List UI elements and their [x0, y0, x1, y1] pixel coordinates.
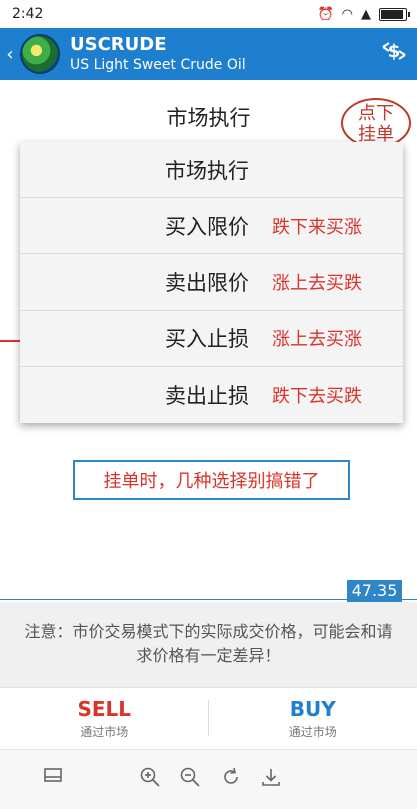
app-header: ‹ USCRUDE US Light Sweet Crude Oil $: [0, 28, 417, 80]
layout-icon[interactable]: [40, 766, 66, 792]
execution-notice: 注意：市价交易模式下的实际成交价格，可能会和请求价格有一定差异！: [0, 602, 417, 687]
bottom-toolbar: [0, 749, 417, 809]
option-market-execution[interactable]: 市场执行: [20, 142, 403, 199]
svg-text:$: $: [388, 41, 401, 62]
app-logo: [20, 34, 60, 74]
buy-label: BUY: [289, 697, 336, 721]
option-annotation: 涨上去买跌: [272, 272, 362, 294]
status-icons: ⏰ ◠ ▲: [317, 6, 410, 22]
symbol-subtitle: US Light Sweet Crude Oil: [70, 57, 246, 73]
hint-annotation: 点下 挂单: [341, 98, 411, 148]
sell-sub-label: 通过市场: [80, 725, 129, 739]
zoom-in-icon[interactable]: [137, 766, 163, 792]
divider: [208, 700, 209, 736]
battery-icon: [379, 7, 410, 21]
option-buy-limit[interactable]: 买入限价 跌下来买涨: [20, 198, 403, 255]
order-panel: 市场执行 点下 挂单 市场执行 买入限价 跌下来买涨 卖出限价 涨上去买跌 买入…: [0, 80, 417, 687]
sell-button[interactable]: SELL 通过市场: [0, 688, 209, 749]
callout-annotation: 挂单时，几种选择别搞错了: [73, 460, 350, 500]
status-bar: 2:42 ⏰ ◠ ▲: [0, 0, 417, 28]
currency-exchange-icon: $: [382, 41, 406, 62]
option-label: 卖出限价: [165, 270, 249, 295]
symbol-title-block: USCRUDE US Light Sweet Crude Oil: [70, 34, 246, 74]
option-buy-stop[interactable]: 买入止损 涨上去买涨: [20, 311, 403, 367]
option-label: 市场执行: [165, 158, 249, 183]
back-icon[interactable]: ‹: [2, 44, 18, 65]
signal-icon: ▲: [361, 6, 371, 22]
trade-bar: SELL 通过市场 BUY 通过市场: [0, 687, 417, 749]
option-annotation: 跌下去买跌: [272, 385, 362, 407]
order-type-dropdown: 市场执行 买入限价 跌下来买涨 卖出限价 涨上去买跌 买入止损 涨上去买涨 卖出…: [20, 142, 403, 423]
hint-line-1: 点下: [358, 103, 394, 124]
option-label: 买入限价: [165, 214, 249, 239]
trade-settings-icon[interactable]: $: [381, 38, 407, 70]
alarm-icon: ⏰: [317, 6, 334, 22]
option-annotation: 涨上去买涨: [272, 329, 362, 351]
option-label: 买入止损: [165, 327, 249, 352]
refresh-icon[interactable]: [218, 766, 244, 792]
option-label: 卖出止损: [165, 383, 249, 408]
sell-label: SELL: [77, 697, 132, 721]
option-sell-limit[interactable]: 卖出限价 涨上去买跌: [20, 254, 403, 311]
symbol-title: USCRUDE: [70, 34, 167, 55]
option-annotation: 跌下来买涨: [272, 216, 362, 238]
option-sell-stop[interactable]: 卖出止损 跌下去买跌: [20, 367, 403, 423]
status-time: 2:42: [12, 6, 44, 22]
price-label: 47.35: [347, 580, 402, 602]
zoom-out-icon[interactable]: [177, 766, 203, 792]
wifi-icon: ◠: [341, 6, 353, 22]
chart-line-fragment: [0, 340, 20, 342]
download-icon[interactable]: [258, 766, 284, 792]
buy-sub-label: 通过市场: [288, 725, 337, 739]
buy-button[interactable]: BUY 通过市场: [209, 688, 417, 749]
